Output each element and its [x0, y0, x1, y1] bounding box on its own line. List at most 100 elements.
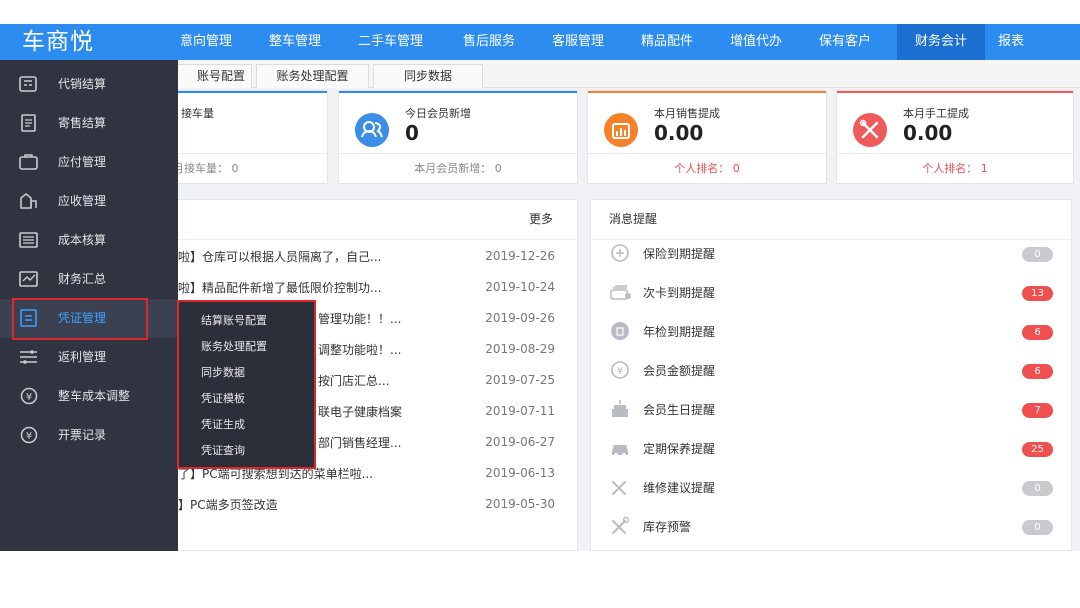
nav-item-customer-service[interactable]: 客服管理	[552, 24, 604, 60]
shield-plus-icon	[609, 242, 633, 264]
svg-text:¥: ¥	[617, 366, 623, 377]
stat-card-label: 本月销售提成	[654, 107, 720, 120]
sidebar-item-rebate-management[interactable]: 返利管理	[0, 338, 178, 377]
news-item-date: 2019-07-25	[485, 373, 555, 387]
page-tabs: 账号配置 账务处理配置 同步数据	[176, 60, 1080, 88]
news-item-date: 2019-06-13	[485, 466, 555, 480]
news-item-title[interactable]: 啦】精品配件新增了最低限价控制功...	[178, 279, 448, 296]
tab-account-config[interactable]: 账号配置	[176, 64, 252, 88]
sidebar-item-label: 成本核算	[58, 233, 107, 247]
sidebar-item-financial-summary[interactable]: 财务汇总	[0, 260, 178, 299]
reminder-label[interactable]: 次卡到期提醒	[643, 284, 715, 301]
svg-text:¥: ¥	[26, 392, 32, 403]
nav-item-after-sales[interactable]: 售后服务	[463, 24, 515, 60]
news-item-date: 2019-05-30	[485, 497, 555, 511]
sidebar-item-consignment-settlement[interactable]: 代销结算	[0, 65, 178, 104]
nav-item-intent[interactable]: 意向管理	[180, 24, 232, 60]
reminder-label[interactable]: 定期保养提醒	[643, 440, 715, 457]
news-item-date: 2019-07-11	[485, 404, 555, 418]
submenu-item-accounting-config[interactable]: 账务处理配置	[201, 340, 267, 354]
stat-card-label: 本月手工提成	[903, 107, 969, 120]
sidebar-item-vehicle-cost-adjustment[interactable]: ¥ 整车成本调整	[0, 377, 178, 416]
sidebar-item-payables[interactable]: 应付管理	[0, 143, 178, 182]
news-item-title[interactable]: 部门销售经理...	[318, 434, 448, 451]
sidebar-item-receivables[interactable]: 应收管理	[0, 182, 178, 221]
sidebar-item-deposit-settlement[interactable]: 寄售结算	[0, 104, 178, 143]
reminder-label[interactable]: 保险到期提醒	[643, 245, 715, 262]
reminder-label[interactable]: 年检到期提醒	[643, 323, 715, 340]
stat-card-footer: 个人排名： 1	[837, 153, 1073, 183]
yen-circle-icon: ¥	[18, 426, 40, 444]
more-link[interactable]: 更多	[529, 210, 553, 227]
app-window: 车商悦 意向管理 整车管理 二手车管理 售后服务 客服管理 精品配件 增值代办 …	[0, 24, 1080, 551]
nav-item-finance[interactable]: 财务会计	[897, 24, 985, 60]
reminders-title: 消息提醒	[609, 212, 658, 226]
news-item-title[interactable]: 联电子健康档案	[318, 403, 448, 420]
stat-card-new-members: 今日会员新增 0 本月会员新增： 0	[338, 90, 578, 184]
news-item-date: 2019-09-26	[485, 311, 555, 325]
nav-item-used-car[interactable]: 二手车管理	[358, 24, 423, 60]
reminders-panel: 消息提醒 保险到期提醒 0 次卡到期提醒 13 年检到期提醒 6 ¥ 会员金额提…	[590, 199, 1072, 551]
stat-card-footer: 个人排名： 0	[588, 153, 826, 183]
sales-chart-icon	[604, 113, 638, 147]
yen-circle-icon: ¥	[609, 359, 633, 381]
stat-card-label: 接车量	[181, 107, 214, 120]
stat-card-label: 今日会员新增	[405, 107, 471, 120]
reminder-label[interactable]: 维修建议提醒	[643, 479, 715, 496]
submenu-item-voucher-generate[interactable]: 凭证生成	[201, 418, 245, 432]
news-item-title[interactable]: 啦】仓库可以根据人员隔离了，自己...	[178, 248, 448, 265]
car-service-icon	[609, 437, 633, 459]
sidebar-item-label: 财务汇总	[58, 272, 107, 286]
tab-accounting-config[interactable]: 账务处理配置	[256, 64, 369, 88]
nav-item-vehicle[interactable]: 整车管理	[269, 24, 321, 60]
reminder-label[interactable]: 会员生日提醒	[643, 401, 715, 418]
nav-item-accessories[interactable]: 精品配件	[641, 24, 693, 60]
submenu-item-settlement-account-config[interactable]: 结算账号配置	[201, 314, 267, 328]
voucher-submenu: 结算账号配置 账务处理配置 同步数据 凭证模板 凭证生成 凭证查询	[177, 300, 316, 469]
news-item-title[interactable]: 调整功能啦！...	[318, 341, 448, 358]
reminder-count-badge: 6	[1022, 364, 1053, 379]
list-icon	[18, 348, 40, 366]
reminder-count-badge: 0	[1022, 247, 1053, 262]
stat-card-value: 0.00	[654, 121, 704, 145]
stat-card-value: 0.00	[903, 121, 953, 145]
reminder-label[interactable]: 会员金额提醒	[643, 362, 715, 379]
reminder-label[interactable]: 库存预警	[643, 518, 691, 535]
sidebar-item-label: 开票记录	[58, 428, 107, 442]
wallet-icon	[18, 153, 40, 171]
inspection-icon	[609, 320, 633, 342]
app-logo: 车商悦	[22, 29, 94, 55]
sidebar-item-label: 寄售结算	[58, 116, 107, 130]
news-item-title[interactable]: 管理功能！！...	[318, 310, 448, 327]
reminder-count-badge: 6	[1022, 325, 1053, 340]
wrench-icon	[609, 476, 633, 498]
submenu-item-voucher-template[interactable]: 凭证模板	[201, 392, 245, 406]
reminder-count-badge: 13	[1022, 286, 1053, 301]
stat-card-footer: 本月会员新增： 0	[339, 153, 577, 183]
submenu-item-sync-data[interactable]: 同步数据	[201, 366, 245, 380]
sidebar-item-label: 整车成本调整	[58, 389, 131, 403]
stat-card-manual-commission: 本月手工提成 0.00 个人排名： 1	[836, 90, 1074, 184]
news-item-title[interactable]: 】PC端多页签改造	[178, 496, 448, 513]
submenu-item-voucher-query[interactable]: 凭证查询	[201, 444, 245, 458]
news-item-date: 2019-10-24	[485, 280, 555, 294]
highlight-frame	[12, 298, 148, 340]
sidebar-item-label: 应收管理	[58, 194, 107, 208]
sidebar-item-cost-accounting[interactable]: 成本核算	[0, 221, 178, 260]
chart-icon	[18, 192, 40, 210]
member-icon	[355, 113, 389, 147]
nav-item-reports[interactable]: 报表	[998, 24, 1024, 60]
stat-card-sales-commission: 本月销售提成 0.00 个人排名： 0	[587, 90, 827, 184]
sidebar-item-label: 应付管理	[58, 155, 107, 169]
news-item-title[interactable]: 按门店汇总...	[318, 372, 448, 389]
svg-text:¥: ¥	[26, 431, 32, 442]
tab-sync-data[interactable]: 同步数据	[373, 64, 483, 88]
card-stack-icon	[609, 281, 633, 303]
nav-item-value-added[interactable]: 增值代办	[730, 24, 782, 60]
document-icon	[18, 114, 40, 132]
sidebar-item-label: 返利管理	[58, 350, 107, 364]
stat-card-value: 0	[405, 121, 419, 145]
yen-circle-icon: ¥	[18, 387, 40, 405]
sidebar-item-invoice-records[interactable]: ¥ 开票记录	[0, 416, 178, 455]
nav-item-retained-customers[interactable]: 保有客户	[819, 24, 871, 60]
